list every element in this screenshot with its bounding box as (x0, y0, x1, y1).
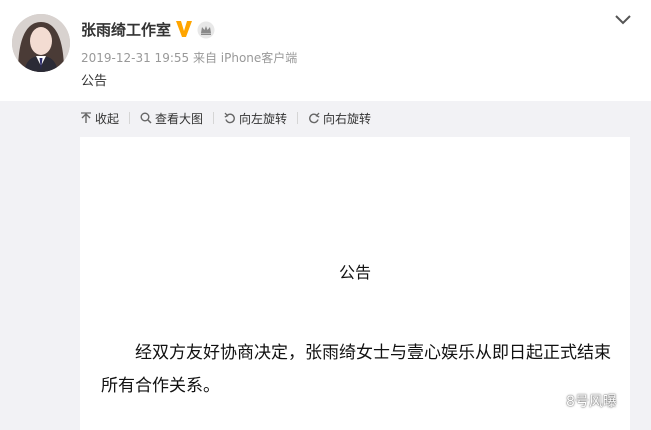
rotate-left-label: 向左旋转 (239, 111, 288, 126)
chevron-down-icon[interactable] (614, 13, 632, 27)
rotate-right-label: 向右旋转 (323, 111, 372, 126)
verified-v-icon (176, 21, 192, 37)
announcement-title: 公告 (338, 263, 371, 282)
username[interactable]: 张雨绮工作室 (81, 20, 171, 40)
post-source: 来自 iPhone客户端 (192, 51, 298, 65)
collapse-button[interactable]: 收起 (80, 110, 119, 127)
post-text: 公告 (81, 74, 108, 89)
wechat-icon (540, 392, 562, 409)
collapse-label: 收起 (95, 111, 120, 126)
image-toolbar: 收起 查看大图 向左旋转 向右旋转 (80, 108, 371, 128)
collapse-up-icon (81, 112, 91, 123)
view-large-label: 查看大图 (155, 111, 204, 126)
watermark: 8号风曝 (540, 391, 617, 411)
search-icon (140, 112, 152, 124)
announcement-image[interactable]: 公告 经双方友好协商决定，张雨绮女士与壹心娱乐从即日起正式结束所有合作关系。 (80, 137, 630, 430)
post-timestamp[interactable]: 2019-12-31 19:55 (81, 51, 189, 65)
crown-icon[interactable] (197, 21, 215, 39)
view-large-button[interactable]: 查看大图 (140, 110, 203, 127)
rotate-right-icon (309, 112, 320, 124)
rotate-right-button[interactable]: 向右旋转 (308, 110, 371, 127)
post-meta: 2019-12-31 19:55 来自 iPhone客户端 (81, 50, 297, 66)
avatar[interactable] (12, 14, 70, 72)
toolbar-divider (213, 112, 215, 124)
post-header-card: 张雨绮工作室 2019-12-31 19:55 来自 iPhone客户端 公告 (0, 0, 651, 101)
toolbar-divider (297, 112, 299, 124)
rotate-left-button[interactable]: 向左旋转 (224, 110, 287, 127)
rotate-left-icon (224, 112, 235, 124)
watermark-text: 8号风曝 (566, 394, 617, 410)
toolbar-divider (129, 112, 131, 124)
